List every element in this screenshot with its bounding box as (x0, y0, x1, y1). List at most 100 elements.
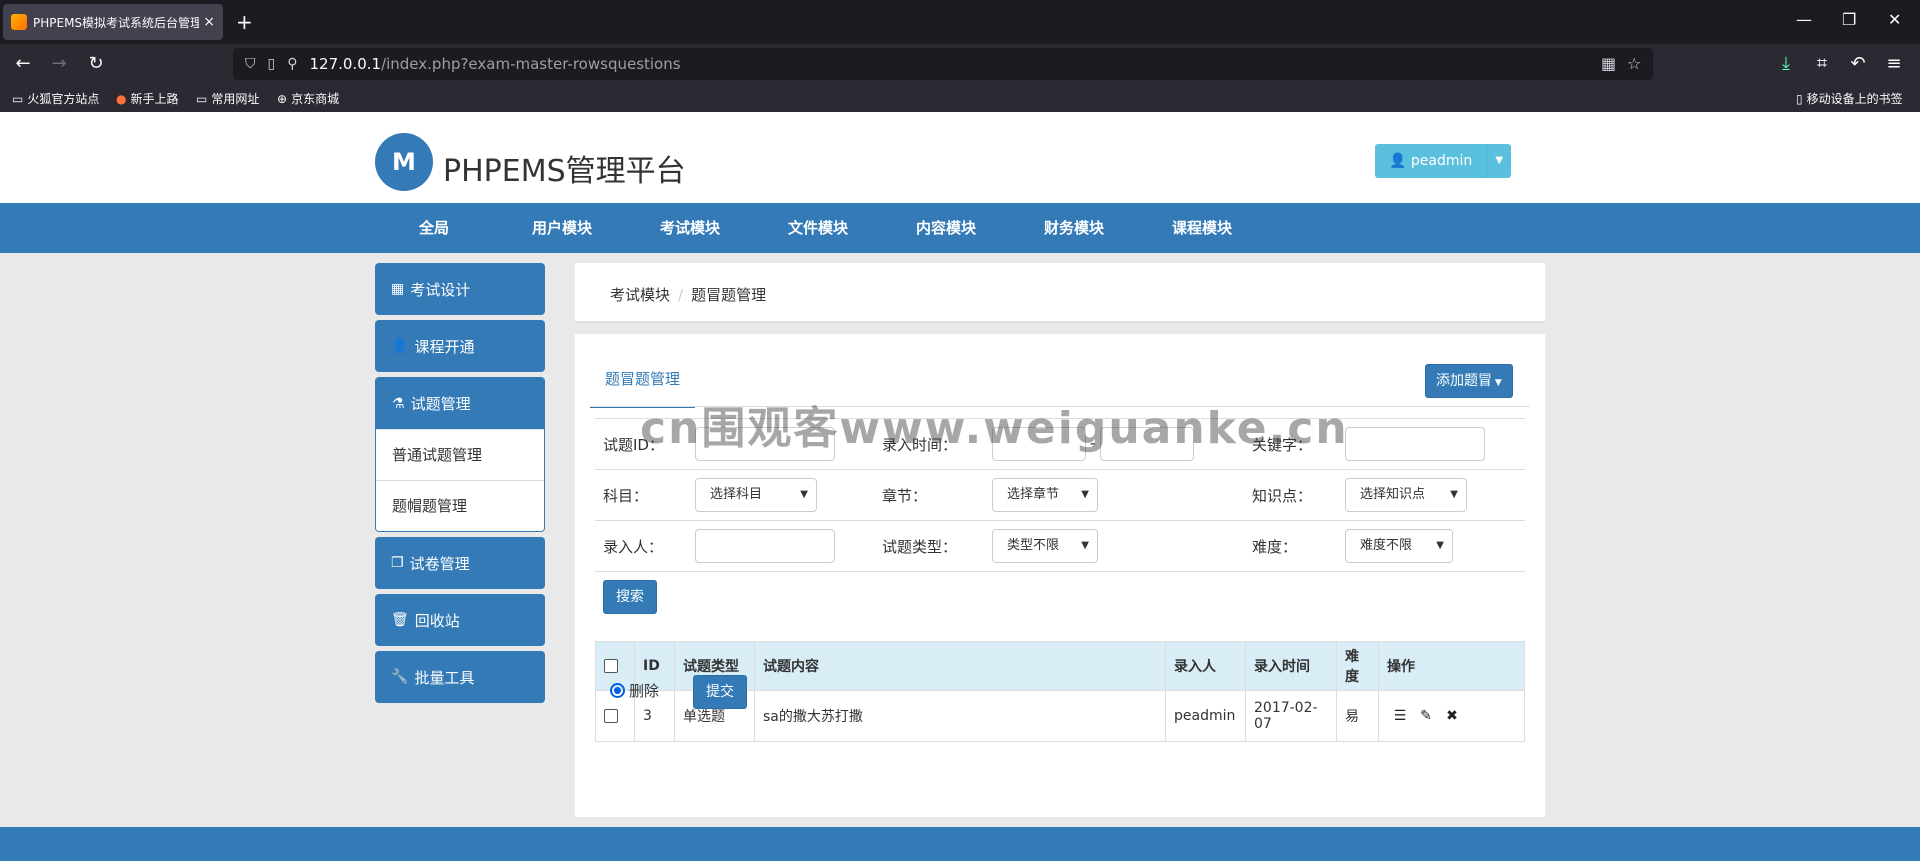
nav-item-users[interactable]: 用户模块 (532, 203, 592, 253)
bookmark-item[interactable]: ▭ 火狐官方站点 (12, 90, 99, 107)
breadcrumb-parent[interactable]: 考试模块 (610, 286, 670, 304)
wrench-icon: 🔧 (391, 669, 409, 685)
bookmark-item[interactable]: ⊕ 京东商城 (277, 90, 339, 107)
chevron-down-icon: ▼ (1436, 540, 1444, 551)
sidebar-item-batch-tools[interactable]: 🔧 批量工具 (375, 651, 545, 703)
keyword-input[interactable] (1345, 427, 1485, 461)
browser-tab[interactable]: PHPEMS模拟考试系统后台管理 × (3, 4, 223, 40)
url-path: /index.php?exam-master-rowsquestions (381, 55, 681, 73)
delete-icon[interactable]: ✖ (1439, 708, 1465, 724)
flask-icon: ⚗ (392, 395, 405, 412)
breadcrumb-box: 考试模块 / 题冒题管理 (575, 263, 1545, 323)
cell-actions: ☰ ✎ ✖ (1378, 690, 1525, 742)
breadcrumb-separator: / (678, 286, 684, 304)
chevron-down-icon: ▼ (1081, 489, 1089, 500)
filter-label-type: 试题类型： (882, 538, 958, 556)
author-input[interactable] (695, 529, 835, 563)
url-bar[interactable]: ⛉ ▯ ⚲ 127.0.0.1/index.php?exam-master-ro… (233, 48, 1653, 80)
filter-label-difficulty: 难度： (1252, 538, 1298, 556)
new-tab-button[interactable]: + (236, 10, 253, 34)
forward-icon[interactable]: → (47, 52, 71, 76)
sidebar-subitem-cap-questions[interactable]: 题帽题管理 (376, 480, 544, 531)
caret-down-icon: ▼ (1492, 378, 1502, 388)
chevron-down-icon[interactable]: ▼ (1487, 144, 1512, 178)
user-icon: 👤 (391, 338, 409, 354)
site-footer (0, 827, 1920, 861)
filter-label-chapter: 章节： (882, 487, 928, 505)
chapter-select[interactable]: 选择章节 ▼ (992, 478, 1098, 512)
delete-radio-option[interactable]: 删除 (610, 680, 659, 701)
permissions-icon[interactable]: ⚲ (287, 56, 297, 72)
menu-icon[interactable]: ≡ (1882, 52, 1906, 76)
minimize-icon[interactable]: — (1796, 10, 1812, 29)
close-window-icon[interactable]: ✕ (1888, 10, 1901, 29)
nav-item-courses[interactable]: 课程模块 (1172, 203, 1232, 253)
type-select[interactable]: 类型不限 ▼ (992, 529, 1098, 563)
reload-icon[interactable]: ↻ (84, 52, 108, 76)
watermark: cn围观客www.weiguanke.cn (640, 403, 1349, 454)
cell-difficulty: 易 (1336, 690, 1379, 742)
sidebar-item-papers[interactable]: ❐ 试卷管理 (375, 537, 545, 589)
nav-item-content[interactable]: 内容模块 (916, 203, 976, 253)
folder-icon: ▭ (196, 91, 208, 106)
select-all-checkbox[interactable] (604, 659, 618, 673)
cell-date: 2017-02-07 (1245, 690, 1337, 742)
subject-select[interactable]: 选择科目 ▼ (695, 478, 817, 512)
user-menu[interactable]: 👤 peadmin ▼ (1375, 144, 1512, 178)
breadcrumb: 考试模块 / 题冒题管理 (610, 284, 766, 305)
sidebar-item-recycle[interactable]: 🗑 回收站 (375, 594, 545, 646)
delete-radio-label: 删除 (629, 682, 660, 700)
crop-icon[interactable]: ⌗ (1810, 52, 1834, 76)
filter-divider (595, 571, 1525, 572)
submit-button[interactable]: 提交 (693, 675, 747, 709)
bookmark-item[interactable]: ● 新手上路 (116, 90, 179, 107)
nav-item-finance[interactable]: 财务模块 (1044, 203, 1104, 253)
delete-radio[interactable] (610, 683, 625, 698)
undo-icon[interactable]: ↶ (1846, 52, 1870, 76)
nav-item-exam[interactable]: 考试模块 (660, 203, 720, 253)
mobile-icon: ▯ (1796, 91, 1803, 106)
mobile-bookmarks[interactable]: ▯ 移动设备上的书签 (1796, 90, 1903, 107)
download-icon[interactable]: ⤓ (1774, 52, 1798, 76)
back-icon[interactable]: ← (11, 52, 35, 76)
bookmarks-bar: ▭ 火狐官方站点 ● 新手上路 ▭ 常用网址 ⊕ 京东商城 ▯ 移动设备上的书签 (0, 84, 1920, 112)
add-question-button[interactable]: 添加题冒 ▼ (1425, 364, 1513, 398)
copy-icon: ❐ (391, 555, 404, 571)
bookmark-item[interactable]: ▭ 常用网址 (196, 90, 259, 107)
bookmark-star-icon[interactable]: ☆ (1627, 54, 1641, 73)
sidebar-item-questions[interactable]: ⚗ 试题管理 (376, 378, 544, 429)
page-icon: ▯ (267, 56, 276, 72)
trash-icon: 🗑 (391, 612, 409, 628)
close-tab-icon[interactable]: × (203, 14, 215, 30)
nav-item-global[interactable]: 全局 (419, 203, 449, 253)
col-date: 录入时间 (1245, 641, 1337, 691)
folder-icon: ▭ (12, 91, 24, 106)
chevron-down-icon: ▼ (800, 489, 808, 500)
sidebar-item-course-open[interactable]: 👤 课程开通 (375, 320, 545, 372)
edit-icon[interactable]: ✎ (1413, 708, 1439, 724)
filter-label-point: 知识点： (1252, 487, 1313, 505)
search-button[interactable]: 搜索 (603, 580, 657, 614)
cell-author: peadmin (1165, 690, 1246, 742)
brand-title[interactable]: PHPEMS管理平台 (443, 146, 686, 190)
restore-icon[interactable]: ❐ (1842, 10, 1856, 29)
qr-code-icon[interactable]: ▦ (1601, 54, 1616, 73)
filter-label-subject: 科目： (603, 487, 649, 505)
grid-icon: ▦ (391, 281, 405, 297)
knowledge-point-select[interactable]: 选择知识点 ▼ (1345, 478, 1467, 512)
shield-icon[interactable]: ⛉ (245, 56, 256, 72)
logo[interactable]: M (375, 133, 433, 191)
filter-label-author: 录入人： (603, 538, 664, 556)
main-nav: 全局 用户模块 考试模块 文件模块 内容模块 财务模块 课程模块 (0, 203, 1920, 253)
row-checkbox[interactable] (604, 709, 618, 723)
difficulty-select[interactable]: 难度不限 ▼ (1345, 529, 1453, 563)
sidebar-subitem-normal-questions[interactable]: 普通试题管理 (376, 429, 544, 480)
filter-row-2: 科目： 选择科目 ▼ 章节： 选择章节 ▼ 知识点： 选择知识点 ▼ (595, 469, 1525, 520)
list-icon[interactable]: ☰ (1387, 708, 1413, 724)
user-button[interactable]: 👤 peadmin (1375, 144, 1488, 178)
tab-title: PHPEMS模拟考试系统后台管理 (33, 15, 200, 30)
site-header: M PHPEMS管理平台 👤 peadmin ▼ (0, 112, 1920, 203)
sidebar-item-exam-design[interactable]: ▦ 考试设计 (375, 263, 545, 315)
nav-item-files[interactable]: 文件模块 (788, 203, 848, 253)
firefox-icon: ● (116, 91, 127, 106)
